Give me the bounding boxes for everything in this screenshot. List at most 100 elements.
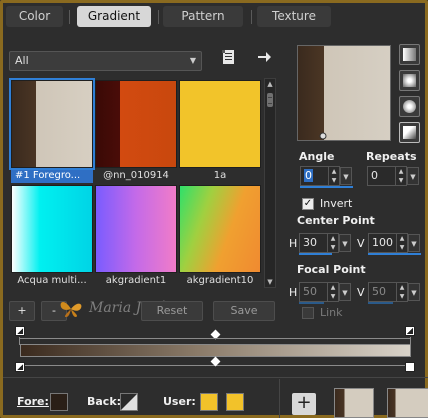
sunburst-style-button[interactable] [399,96,420,117]
scroll-thumb[interactable] [267,93,273,107]
angle-input[interactable]: 0 ▲ ▼ ▼ [300,166,353,188]
focal-v-label: V [357,286,365,299]
recent-gradient-swatch[interactable] [387,388,428,418]
library-scrollbar[interactable]: ▲ ▼ [264,78,276,288]
gradient-caption: #1 Foregro... [11,168,93,183]
bottom-left-stop-marker[interactable] [15,362,25,372]
rectangular-gradient-icon [403,74,416,87]
add-to-recent-button[interactable]: + [292,393,316,415]
gradient-dialog: Color Gradient Pattern Texture All ▼ #1 … [0,0,428,418]
back-color-swatch[interactable] [120,393,138,411]
tab-pattern[interactable]: Pattern [163,6,243,27]
linear-style-button[interactable] [399,44,420,65]
user-color-swatch-2[interactable] [226,393,244,411]
radial-gradient-icon [403,126,416,139]
tab-color[interactable]: Color [6,6,63,27]
save-button[interactable]: Save [213,301,275,321]
focal-h-spinner-icon[interactable]: ▲ ▼ [327,283,338,301]
gradient-item[interactable]: akgradient10 [179,185,261,288]
focal-h-label: H [289,286,298,299]
center-point-label: Center Point [297,214,375,227]
gradient-item[interactable]: akgradient1 [95,185,177,288]
reset-button[interactable]: Reset [141,301,203,321]
radial-style-button[interactable] [399,122,420,143]
focal-point-label: Focal Point [297,263,366,276]
repeats-value: 0 [371,169,378,182]
category-dropdown[interactable]: All ▼ [9,51,202,71]
gradient-editor-bar[interactable] [20,344,411,357]
center-v-input[interactable]: 100 ▲ ▼ ▼ [368,233,421,255]
top-stop-track [20,338,411,339]
gradient-library-grid: #1 Foregro... @nn_010914 1a Acqua multi.… [9,78,261,288]
bottom-vertical-divider [279,379,280,418]
center-v-dropdown-icon[interactable]: ▼ [408,234,420,252]
focal-v-value: 50 [372,285,386,298]
link-label: Link [320,306,343,319]
repeats-label: Repeats [366,150,417,163]
gradient-caption: 1a [213,170,227,181]
repeats-spinner-icon[interactable]: ▲ ▼ [395,167,406,185]
top-left-stop-marker[interactable] [15,326,25,336]
center-v-spinner-icon[interactable]: ▲ ▼ [396,234,407,252]
add-gradient-button[interactable]: + [9,301,35,321]
gradient-item[interactable]: #1 Foregro... [9,78,95,183]
angle-dropdown-icon[interactable]: ▼ [340,167,352,185]
gradient-item[interactable]: @nn_010914 [95,80,177,183]
gradient-thumbnail [9,78,95,170]
gradient-item[interactable]: 1a [179,80,261,183]
focal-h-slider-line[interactable] [299,302,324,304]
document-icon[interactable] [221,49,237,69]
center-h-slider-line[interactable] [299,253,332,255]
center-v-slider-line[interactable] [368,253,421,255]
gradient-item[interactable]: Acqua multi... [11,185,93,288]
gradient-caption: Acqua multi... [17,275,87,286]
center-h-value: 30 [303,236,317,249]
center-h-label: H [289,237,298,250]
scroll-up-icon[interactable]: ▲ [265,79,275,89]
focal-v-slider-line[interactable] [368,302,393,304]
gradient-thumbnail [95,80,177,168]
gradient-caption: akgradient10 [186,275,254,286]
center-v-value: 100 [372,236,393,249]
back-label: Back: [87,395,122,408]
gradient-thumbnail [11,185,93,273]
invert-checkbox[interactable]: ✓ [302,198,314,210]
repeats-dropdown-icon[interactable]: ▼ [407,167,419,185]
fore-color-swatch[interactable] [50,393,68,411]
gradient-thumbnail [179,185,261,273]
invert-label: Invert [320,197,353,210]
center-v-label: V [357,237,365,250]
recent-gradient-swatch[interactable] [334,388,374,418]
transparent-swatch-icon [121,394,137,410]
repeats-input[interactable]: 0 ▲ ▼ ▼ [367,166,419,186]
gradient-thumbnail [179,80,261,168]
sunburst-gradient-icon [403,100,416,113]
angle-slider-line[interactable] [300,186,353,188]
focal-v-dropdown-icon[interactable]: ▼ [408,283,420,301]
category-value: All [15,54,29,67]
focal-v-input[interactable]: 50 ▲ ▼ ▼ [368,282,420,304]
center-h-dropdown-icon[interactable]: ▼ [339,234,351,252]
gradient-preview[interactable] [297,45,391,141]
tab-texture[interactable]: Texture [257,6,331,27]
focal-h-dropdown-icon[interactable]: ▼ [339,283,351,301]
scroll-down-icon[interactable]: ▼ [265,277,275,287]
angle-spinner-icon[interactable]: ▲ ▼ [328,167,339,185]
gradient-thumbnail [95,185,177,273]
angle-label-text: Angle [299,150,335,163]
user-color-swatch-1[interactable] [200,393,218,411]
bottom-right-stop-marker[interactable] [405,362,415,372]
tab-gradient[interactable]: Gradient [77,6,151,27]
bottom-divider [3,377,428,378]
focal-h-input[interactable]: 50 ▲ ▼ ▼ [299,282,351,304]
focal-v-spinner-icon[interactable]: ▲ ▼ [396,283,407,301]
arrow-right-icon[interactable] [256,49,272,69]
rectangular-style-button[interactable] [399,70,420,91]
gradient-caption: @nn_010914 [103,170,169,181]
top-right-stop-marker[interactable] [405,326,415,336]
center-h-spinner-icon[interactable]: ▲ ▼ [327,234,338,252]
focal-h-value: 50 [303,285,317,298]
link-checkbox[interactable] [302,307,314,319]
center-h-input[interactable]: 30 ▲ ▼ ▼ [299,233,351,255]
user-label: User: [163,395,196,408]
